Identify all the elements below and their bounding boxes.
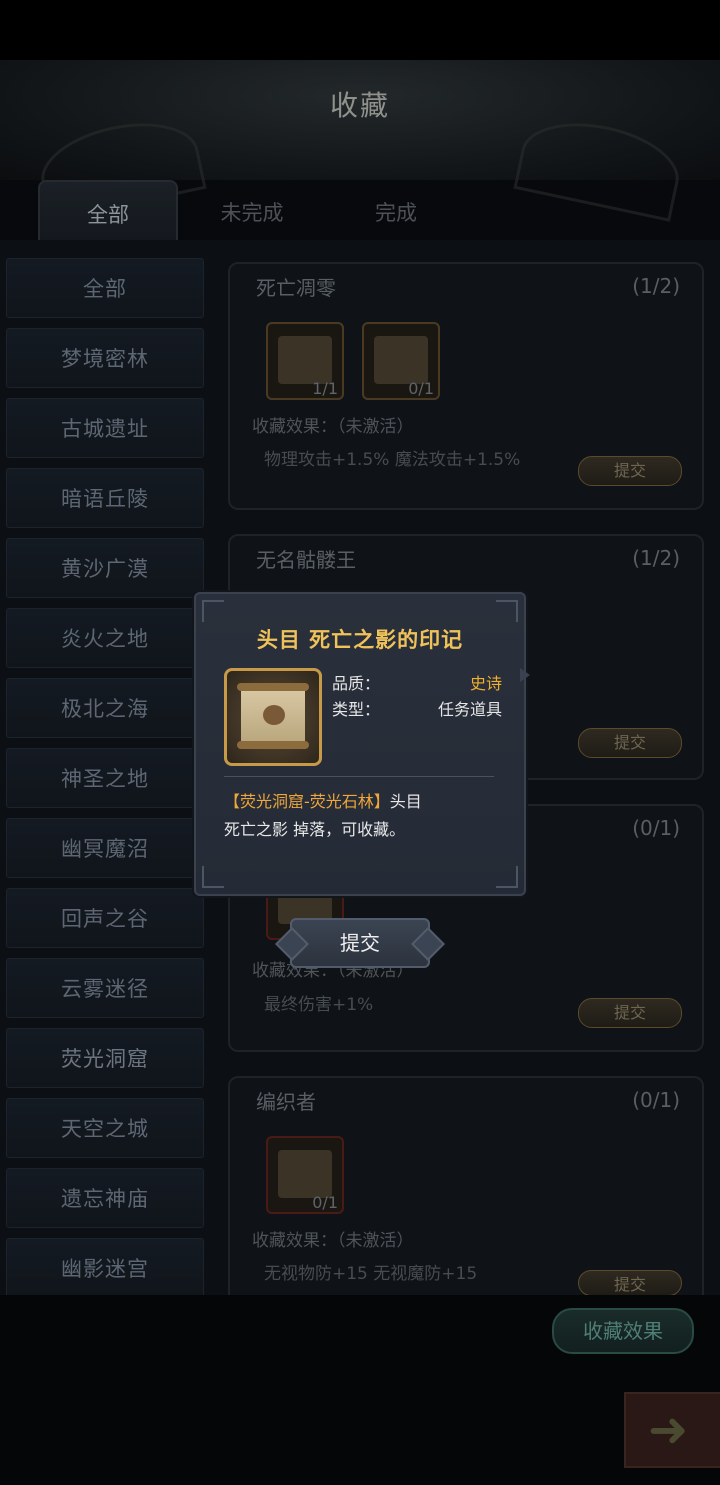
- filter-tabs: 全部 未完成 完成: [38, 180, 470, 242]
- collection-card: 死亡凋零 (1/2) 1/1 0/1 收藏效果：（未激活） 物理攻击+1.5% …: [228, 262, 704, 510]
- scroll-icon: [278, 1150, 332, 1198]
- card-header: 死亡凋零 (1/2): [230, 264, 702, 308]
- submit-button[interactable]: 提交: [578, 998, 682, 1028]
- item-slot[interactable]: 1/1: [266, 322, 344, 400]
- item-count: 0/1: [312, 1193, 338, 1212]
- divider: [224, 776, 494, 777]
- card-title: 编织者: [256, 1089, 316, 1114]
- sidebar-item-nether-swamp[interactable]: 幽冥魔沼: [6, 818, 204, 878]
- item-count: 1/1: [312, 379, 338, 398]
- header-ornament-right: [513, 110, 687, 222]
- sidebar-item-flame-land[interactable]: 炎火之地: [6, 608, 204, 668]
- corner-ornament: [202, 866, 224, 888]
- desc-text: 死亡之影 掉落，可收藏。: [224, 820, 406, 839]
- card-progress: (0/1): [632, 1088, 680, 1112]
- collection-effect-button[interactable]: 收藏效果: [552, 1308, 694, 1354]
- collection-screen: 收藏 全部 未完成 完成 全部 梦境密林 古城遗址 暗语丘陵 黄沙广漠 炎火之地…: [0, 0, 720, 1485]
- quality-label: 品质：: [332, 674, 381, 693]
- sidebar-item-all[interactable]: 全部: [6, 258, 204, 318]
- card-items: 0/1: [230, 1136, 702, 1214]
- sidebar-item-echo-valley[interactable]: 回声之谷: [6, 888, 204, 948]
- card-title: 无名骷髅王: [256, 547, 356, 572]
- effect-label: 收藏效果：（未激活）: [252, 417, 414, 437]
- card-progress: (1/2): [632, 546, 680, 570]
- sidebar-item-shadow-maze[interactable]: 幽影迷宫: [6, 1238, 204, 1298]
- card-progress: (1/2): [632, 274, 680, 298]
- scroll-rod: [237, 683, 309, 691]
- sidebar-item-sky-city[interactable]: 天空之城: [6, 1098, 204, 1158]
- effect-value: 最终伤害+1%: [264, 995, 374, 1015]
- scroll-icon: [374, 336, 428, 384]
- sidebar-item-north-sea[interactable]: 极北之海: [6, 678, 204, 738]
- sidebar-item-forgotten-temple[interactable]: 遗忘神庙: [6, 1168, 204, 1228]
- quality-value: 史诗: [469, 674, 502, 693]
- card-progress: (0/1): [632, 816, 680, 840]
- card-header: 无名骷髅王 (1/2): [230, 536, 702, 580]
- popup-title: 头目 死亡之影的印记: [256, 628, 464, 652]
- sidebar-item-glow-cave[interactable]: 荧光洞窟: [6, 1028, 204, 1088]
- sidebar-item-ancient-ruins[interactable]: 古城遗址: [6, 398, 204, 458]
- sidebar-item-whisper-hills[interactable]: 暗语丘陵: [6, 468, 204, 528]
- submit-button[interactable]: 提交: [578, 456, 682, 486]
- desc-text: 头目: [389, 792, 422, 811]
- sidebar-item-dream-forest[interactable]: 梦境密林: [6, 328, 204, 388]
- page-title: 收藏: [329, 89, 390, 122]
- item-slot[interactable]: 0/1: [362, 322, 440, 400]
- submit-button[interactable]: 提交: [578, 728, 682, 758]
- submit-button[interactable]: 提交: [578, 1270, 682, 1296]
- scroll-icon: [278, 336, 332, 384]
- arrow-right-icon: ➜: [648, 1402, 689, 1458]
- type-label: 类型：: [332, 700, 381, 719]
- sidebar-item-mist-path[interactable]: 云雾迷径: [6, 958, 204, 1018]
- skull-icon: [263, 705, 285, 725]
- tab-all[interactable]: 全部: [38, 180, 178, 242]
- card-items: 1/1 0/1: [230, 322, 702, 400]
- sidebar-item-holy-land[interactable]: 神圣之地: [6, 748, 204, 808]
- item-count: 0/1: [408, 379, 434, 398]
- item-slot[interactable]: 0/1: [266, 1136, 344, 1214]
- item-icon: [224, 668, 322, 766]
- tab-complete[interactable]: 完成: [326, 180, 466, 242]
- type-value: 任务道具: [437, 700, 502, 719]
- region-sidebar: 全部 梦境密林 古城遗址 暗语丘陵 黄沙广漠 炎火之地 极北之海 神圣之地 幽冥…: [6, 258, 204, 1308]
- card-header: 编织者 (0/1): [230, 1078, 702, 1122]
- card-title: 死亡凋零: [256, 275, 336, 300]
- corner-ornament: [496, 866, 518, 888]
- popup-submit-button[interactable]: 提交: [290, 918, 430, 968]
- drop-location: 【荧光洞窟-荧光石林】: [224, 792, 390, 811]
- corner-ornament: [202, 600, 224, 622]
- item-description: 【荧光洞窟-荧光石林】头目 死亡之影 掉落，可收藏。: [224, 788, 504, 844]
- item-tooltip-popup: 头目 死亡之影的印记 品质： 史诗 类型： 任务道具 【荧光洞窟-荧光石林】头目…: [194, 592, 526, 896]
- effect-label: 收藏效果：（未激活）: [252, 1231, 414, 1251]
- popup-pointer: [520, 668, 530, 682]
- sidebar-item-yellow-desert[interactable]: 黄沙广漠: [6, 538, 204, 598]
- collection-card: 编织者 (0/1) 0/1 收藏效果：（未激活） 无视物防+15 无视魔防+15…: [228, 1076, 704, 1296]
- tab-incomplete[interactable]: 未完成: [182, 180, 322, 242]
- next-button[interactable]: ➜: [624, 1392, 720, 1468]
- scroll-rod: [237, 741, 309, 749]
- corner-ornament: [496, 600, 518, 622]
